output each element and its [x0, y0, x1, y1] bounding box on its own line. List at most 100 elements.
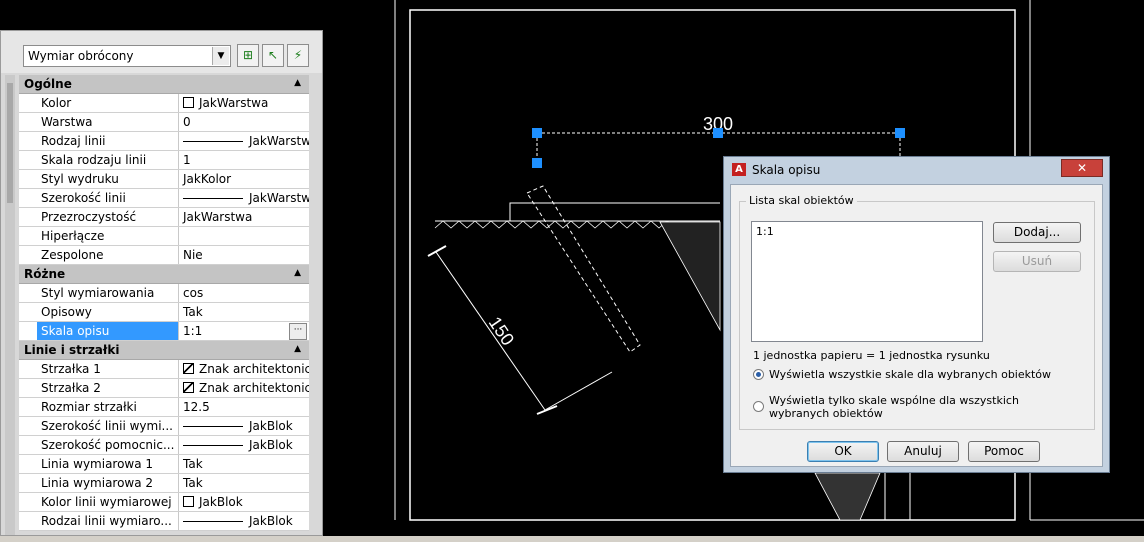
collapse-caret-icon[interactable]: ▲: [294, 344, 301, 354]
property-row[interactable]: Styl wydruku JakKolor: [19, 170, 309, 189]
property-value[interactable]: JakBlok: [179, 493, 309, 511]
property-value-text: JakBlok: [249, 419, 293, 433]
object-type-dropdown[interactable]: Wymiar obrócony ▼: [23, 45, 231, 67]
list-item[interactable]: 1:1: [756, 225, 978, 238]
property-row[interactable]: Przezroczystość JakWarstwa: [19, 208, 309, 227]
properties-palette: Wymiar obrócony ▼ ⊞ ↖ ⚡ Ogólne ▲ Kolor JakW…: [0, 30, 323, 536]
ok-button[interactable]: OK: [807, 441, 879, 462]
property-value-text: 0: [183, 115, 191, 129]
property-row[interactable]: Warstwa 0: [19, 113, 309, 132]
grip-handle[interactable]: [532, 158, 542, 168]
linetype-sample-icon: [183, 141, 243, 142]
property-grid: Ogólne ▲ Kolor JakWarstwa Warstwa 0 Rodzaj lin…: [19, 75, 309, 531]
radio-all-scales[interactable]: [753, 369, 764, 380]
category-header[interactable]: Różne ▲: [19, 265, 309, 284]
group-label: Lista skal obiektów: [746, 194, 857, 207]
grip-handle[interactable]: [895, 128, 905, 138]
property-value[interactable]: 1:1 ···: [179, 322, 309, 340]
linetype-sample-icon: [183, 426, 243, 427]
property-value[interactable]: 12.5: [179, 398, 309, 416]
property-value-text: JakWarstwa: [249, 191, 309, 205]
property-value-text: 12.5: [183, 400, 210, 414]
property-name: Rodzaj linii: [37, 132, 179, 150]
property-row[interactable]: Szerokość pomocnic... JakBlok: [19, 436, 309, 455]
property-value[interactable]: Nie: [179, 246, 309, 264]
property-value[interactable]: Tak: [179, 303, 309, 321]
property-value[interactable]: Tak: [179, 474, 309, 492]
property-value-text: Znak architektoniczny: [199, 381, 309, 395]
category-header[interactable]: Ogólne ▲: [19, 75, 309, 94]
property-row[interactable]: Zespolone Nie: [19, 246, 309, 265]
select-objects-button[interactable]: ↖: [262, 44, 284, 67]
property-row[interactable]: Hiperłącze: [19, 227, 309, 246]
property-value-text: JakWarstwa: [199, 96, 269, 110]
property-name: Strzałka 1: [37, 360, 179, 378]
property-value[interactable]: JakWarstwa: [179, 132, 309, 150]
property-row[interactable]: Rodzai linii wymiaro... JakBlok: [19, 512, 309, 531]
dialog-titlebar[interactable]: A Skala opisu ✕: [724, 157, 1109, 183]
property-row[interactable]: Kolor linii wymiarowej JakBlok: [19, 493, 309, 512]
grip-handle[interactable]: [532, 128, 542, 138]
collapse-caret-icon[interactable]: ▲: [294, 78, 301, 88]
scrollbar-thumb[interactable]: [7, 83, 13, 203]
property-name: Strzałka 2: [37, 379, 179, 397]
cancel-button[interactable]: Anuluj: [887, 441, 959, 462]
property-row[interactable]: Opisowy Tak: [19, 303, 309, 322]
property-value[interactable]: Znak architektoniczny: [179, 379, 309, 397]
autocad-app-icon: A: [732, 163, 746, 176]
help-button[interactable]: Pomoc: [968, 441, 1040, 462]
close-icon: ✕: [1076, 161, 1088, 175]
property-row[interactable]: Strzałka 1 Znak architektoniczny: [19, 360, 309, 379]
dialog-title: Skala opisu: [752, 163, 821, 177]
property-row[interactable]: Skala opisu 1:1 ···: [19, 322, 309, 341]
property-value-text: Tak: [183, 457, 203, 471]
property-row[interactable]: Styl wymiarowania cos: [19, 284, 309, 303]
property-row[interactable]: Rozmiar strzałki 12.5: [19, 398, 309, 417]
property-row[interactable]: Rodzaj linii JakWarstwa: [19, 132, 309, 151]
property-value[interactable]: JakWarstwa: [179, 94, 309, 112]
category-header[interactable]: Linie i strzałki ▲: [19, 341, 309, 360]
add-button[interactable]: Dodaj...: [993, 222, 1081, 243]
property-value[interactable]: 1: [179, 151, 309, 169]
property-row[interactable]: Skala rodzaju linii 1: [19, 151, 309, 170]
close-button[interactable]: ✕: [1061, 159, 1103, 177]
property-name: Opisowy: [37, 303, 179, 321]
remove-button[interactable]: Usuń: [993, 251, 1081, 272]
property-row[interactable]: Szerokość linii wymi... JakBlok: [19, 417, 309, 436]
radio-common-label[interactable]: Wyświetla tylko skale wspólne dla wszyst…: [769, 394, 1079, 420]
collapse-caret-icon[interactable]: ▲: [294, 268, 301, 278]
quick-select-button[interactable]: ⚡: [287, 44, 309, 67]
chevron-down-icon[interactable]: ▼: [212, 47, 229, 65]
property-value[interactable]: 0: [179, 113, 309, 131]
property-row[interactable]: Szerokość linii JakWarstwa: [19, 189, 309, 208]
property-value[interactable]: cos: [179, 284, 309, 302]
property-value-text: Nie: [183, 248, 203, 262]
property-value[interactable]: Znak architektoniczny: [179, 360, 309, 378]
radio-common-scales[interactable]: [753, 401, 764, 412]
property-value[interactable]: JakBlok: [179, 417, 309, 435]
grip-handle[interactable]: [713, 128, 723, 138]
property-row[interactable]: Kolor JakWarstwa: [19, 94, 309, 113]
property-row[interactable]: Linia wymiarowa 1 Tak: [19, 455, 309, 474]
radio-all-label[interactable]: Wyświetla wszystkie skale dla wybranych …: [769, 368, 1051, 381]
property-value[interactable]: JakWarstwa: [179, 208, 309, 226]
scale-listbox[interactable]: 1:1: [751, 221, 983, 342]
property-value[interactable]: JakKolor: [179, 170, 309, 188]
category-title: Ogólne: [24, 77, 72, 91]
property-value[interactable]: [179, 227, 309, 245]
ellipsis-button[interactable]: ···: [289, 323, 307, 340]
property-row[interactable]: Strzałka 2 Znak architektoniczny: [19, 379, 309, 398]
pickadd-icon: ⊞: [242, 48, 254, 62]
property-value-text: 1:1: [183, 324, 203, 338]
toggle-pickadd-button[interactable]: ⊞: [237, 44, 259, 67]
property-value[interactable]: JakBlok: [179, 512, 309, 530]
linetype-sample-icon: [183, 198, 243, 199]
property-value[interactable]: JakWarstwa: [179, 189, 309, 207]
annotation-scale-dialog: A Skala opisu ✕ Lista skal obiektów 1:1 …: [723, 156, 1110, 473]
property-value[interactable]: Tak: [179, 455, 309, 473]
property-value-text: JakBlok: [249, 438, 293, 452]
property-value-text: Tak: [183, 305, 203, 319]
property-value[interactable]: JakBlok: [179, 436, 309, 454]
property-row[interactable]: Linia wymiarowa 2 Tak: [19, 474, 309, 493]
palette-side-bar[interactable]: [5, 75, 15, 535]
